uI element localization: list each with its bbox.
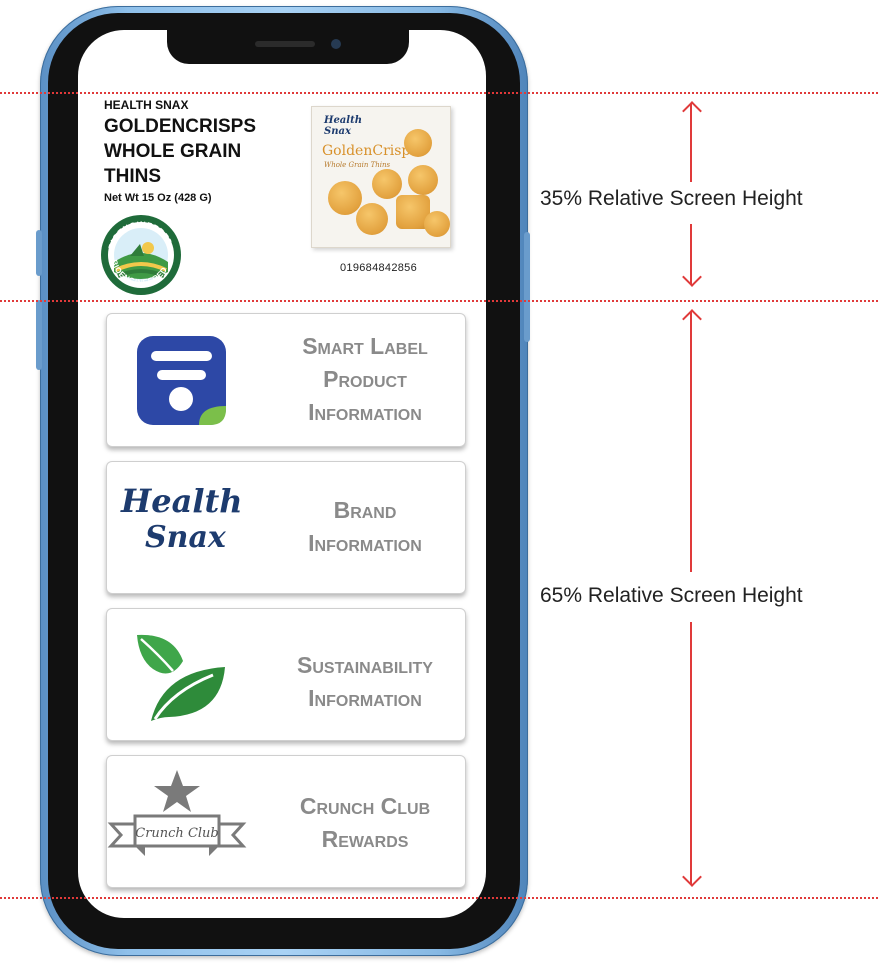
smart-label-icon xyxy=(137,336,226,425)
smart-label-text: Smart Label Product Information xyxy=(265,330,465,429)
arrow-up-icon xyxy=(682,309,702,329)
net-weight: Net Wt 15 Oz (428 G) xyxy=(104,192,212,204)
mute-switch xyxy=(36,230,42,276)
card-text-line: Rewards xyxy=(321,826,409,852)
crunch-club-logo-text: Crunch Club xyxy=(135,826,219,841)
front-camera xyxy=(331,39,341,49)
card-text-line: Information xyxy=(308,530,422,556)
crunch-club-icon: Crunch Club xyxy=(107,770,247,856)
top-height-label: 35% Relative Screen Height xyxy=(540,187,803,210)
brand-information-card[interactable]: Health Snax Brand Information xyxy=(106,461,466,594)
smart-label-card[interactable]: Smart Label Product Information xyxy=(106,313,466,447)
brand-name: HEALTH SNAX xyxy=(104,98,189,112)
product-title: GOLDENCRISPS WHOLE GRAIN THINS xyxy=(104,114,304,189)
sustainability-text: Sustainability Information xyxy=(265,649,465,715)
side-button xyxy=(524,232,530,342)
box-brand-line: Health xyxy=(324,115,362,126)
cracker-image xyxy=(356,203,388,235)
bottom-guide-line xyxy=(0,897,878,899)
health-snax-logo: Health Snax xyxy=(115,482,265,562)
card-text-line: Smart Label xyxy=(302,333,428,359)
leaf-icon xyxy=(137,634,225,721)
phone-notch xyxy=(167,30,409,64)
card-text-line: Information xyxy=(308,399,422,425)
crunch-club-card[interactable]: Crunch Club Crunch Club Rewards xyxy=(106,755,466,888)
arrow-up-icon xyxy=(682,101,702,121)
cracker-image xyxy=(372,169,402,199)
bottom-height-label: 65% Relative Screen Height xyxy=(540,584,803,607)
card-text-line: Brand xyxy=(333,497,397,523)
product-title-line: GOLDENCRISPS xyxy=(104,116,257,137)
box-brand: Health Snax xyxy=(324,115,362,137)
logo-text: Health xyxy=(121,482,243,520)
card-text-line: Information xyxy=(308,685,422,711)
product-title-line: THINS xyxy=(104,166,161,187)
speaker-grille xyxy=(255,41,315,47)
crunch-club-text: Crunch Club Rewards xyxy=(265,790,465,856)
arrow-down-icon xyxy=(682,267,702,287)
bioengineered-badge-icon: BIOENGINEERED BIOENGINEERED xyxy=(101,215,181,295)
box-brand-line: Snax xyxy=(324,126,351,137)
card-text-line: Crunch Club xyxy=(299,793,431,819)
card-text-line: Sustainability xyxy=(297,652,433,678)
cracker-image xyxy=(408,165,438,195)
top-guide-line xyxy=(0,92,878,94)
cracker-image xyxy=(328,181,362,215)
cracker-image xyxy=(404,129,432,157)
box-subtitle: Whole Grain Thins xyxy=(324,161,391,169)
product-title-line: WHOLE GRAIN xyxy=(104,141,242,162)
brand-information-text: Brand Information xyxy=(265,494,465,560)
cracker-image xyxy=(424,211,450,237)
volume-up-button xyxy=(36,300,42,370)
product-box-image: Health Snax GoldenCrisps Whole Grain Thi… xyxy=(311,106,451,248)
sustainability-card[interactable]: Sustainability Information xyxy=(106,608,466,741)
middle-guide-line xyxy=(0,300,878,302)
logo-text: Snax xyxy=(145,520,226,555)
card-text-line: Product xyxy=(323,366,407,392)
barcode-number: 019684842856 xyxy=(340,262,418,274)
arrow-down-icon xyxy=(682,867,702,887)
